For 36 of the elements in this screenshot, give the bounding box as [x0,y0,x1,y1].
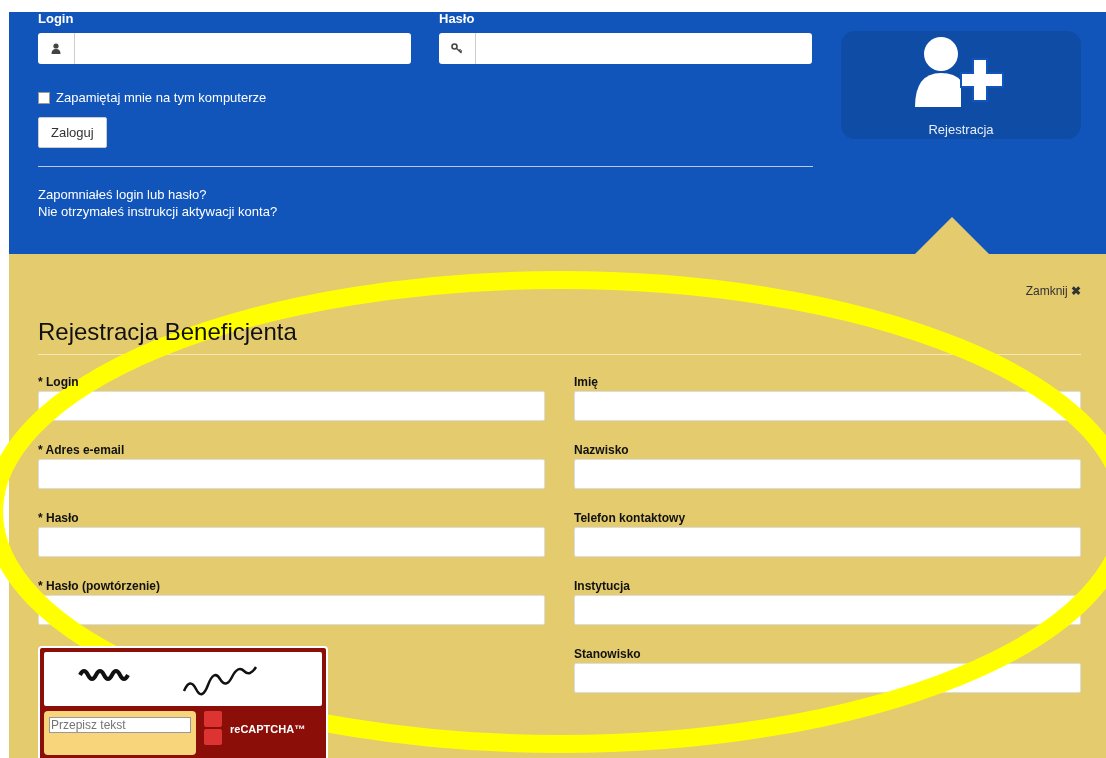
field-label: Imię [574,375,599,391]
field-label: Nazwisko [574,443,630,459]
field-label: Login [38,12,75,28]
field-label: Instytucja [574,579,631,595]
text-field[interactable] [574,527,1081,557]
field-label: * Hasło (powtórzenie) [38,579,161,595]
text-field[interactable] [38,527,545,557]
text-field[interactable] [38,391,545,421]
text-field[interactable] [38,459,545,489]
close-link[interactable]: Zamknij ✖ [1025,284,1081,298]
text-field[interactable] [574,391,1081,421]
login-field[interactable] [38,33,411,64]
text-field[interactable] [574,595,1081,625]
captcha-field[interactable]: Przepisz tekst [49,717,191,733]
password-field[interactable] [439,33,812,64]
user-icon [51,43,61,54]
recaptcha-logo: reCAPTCHA™ [230,723,306,735]
tile-label: Rejestracja [928,122,994,137]
add-user-icon [915,37,1007,107]
register-tile[interactable]: Rejestracja [841,31,1081,139]
field-label: * Login [38,375,80,391]
key-icon [451,43,463,54]
login-button[interactable]: Zaloguj [38,117,107,148]
field-label: * Adres e-email [38,443,126,459]
text-field[interactable] [574,663,1081,693]
help-link[interactable]: Nie otrzymałeś instrukcji aktywacji konta? [38,203,813,220]
field-label: Stanowisko [574,647,642,663]
field-label: Telefon kontaktowy [574,511,687,527]
form-title: Rejestracja Beneficjenta [38,318,298,346]
field-label: * Hasło [38,511,80,527]
text-field[interactable] [574,459,1081,489]
checkbox-label: Zapamiętaj mnie na tym komputerze [56,90,267,105]
field-label: Hasło [439,12,476,28]
help-link[interactable]: Zapomniałeś login lub hasło? [38,186,813,203]
remember-checkbox[interactable] [38,91,50,104]
text-field[interactable] [38,595,545,625]
